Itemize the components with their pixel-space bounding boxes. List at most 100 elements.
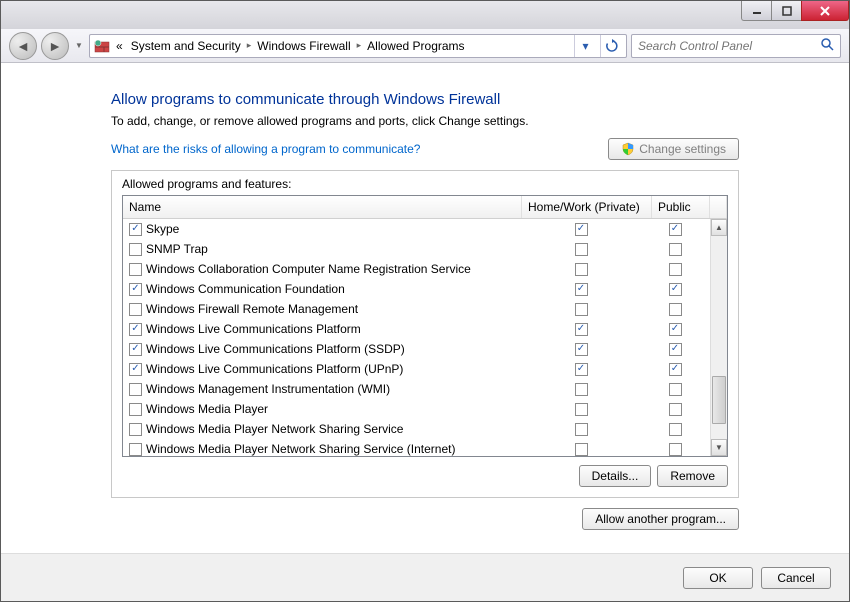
nav-history-dropdown[interactable]: ▼ bbox=[73, 32, 85, 60]
checkbox[interactable]: ✓ bbox=[669, 323, 682, 336]
cancel-button[interactable]: Cancel bbox=[761, 567, 831, 589]
scroll-track[interactable] bbox=[711, 236, 727, 439]
program-name: Windows Media Player Network Sharing Ser… bbox=[146, 440, 455, 456]
program-name: Windows Live Communications Platform (UP… bbox=[146, 360, 403, 378]
checkbox[interactable] bbox=[575, 243, 588, 256]
search-icon bbox=[820, 37, 834, 54]
search-input[interactable] bbox=[638, 39, 820, 53]
remove-button[interactable]: Remove bbox=[657, 465, 728, 487]
checkbox[interactable] bbox=[129, 303, 142, 316]
checkbox[interactable]: ✓ bbox=[575, 323, 588, 336]
footer: OK Cancel bbox=[1, 553, 849, 601]
checkbox[interactable] bbox=[575, 403, 588, 416]
vertical-scrollbar[interactable]: ▲ ▼ bbox=[710, 219, 727, 456]
checkbox[interactable] bbox=[575, 383, 588, 396]
scroll-thumb[interactable] bbox=[712, 376, 726, 424]
checkbox[interactable]: ✓ bbox=[575, 223, 588, 236]
help-link[interactable]: What are the risks of allowing a program… bbox=[111, 142, 420, 156]
table-row[interactable]: Windows Media Player bbox=[123, 399, 710, 419]
checkbox[interactable] bbox=[129, 423, 142, 436]
table-row[interactable]: Windows Firewall Remote Management bbox=[123, 299, 710, 319]
program-name: Windows Live Communications Platform bbox=[146, 320, 361, 338]
allow-another-program-button[interactable]: Allow another program... bbox=[582, 508, 739, 530]
allowed-programs-group: Allowed programs and features: Name Home… bbox=[111, 170, 739, 498]
table-row[interactable]: ✓Skype✓✓ bbox=[123, 219, 710, 239]
ok-button[interactable]: OK bbox=[683, 567, 753, 589]
checkbox[interactable]: ✓ bbox=[575, 363, 588, 376]
maximize-button[interactable] bbox=[771, 1, 801, 21]
page-description: To add, change, or remove allowed progra… bbox=[111, 114, 739, 128]
column-public[interactable]: Public bbox=[652, 196, 710, 218]
checkbox[interactable] bbox=[669, 383, 682, 396]
program-name: Windows Management Instrumentation (WMI) bbox=[146, 380, 390, 398]
scroll-down-button[interactable]: ▼ bbox=[711, 439, 727, 456]
list-header: Name Home/Work (Private) Public bbox=[123, 196, 727, 219]
table-row[interactable]: ✓ Windows Communication Foundation ✓ ✓ bbox=[123, 279, 710, 299]
program-name: Windows Media Player Network Sharing Ser… bbox=[146, 420, 403, 438]
program-name: Windows Live Communications Platform (SS… bbox=[146, 340, 405, 358]
column-home[interactable]: Home/Work (Private) bbox=[522, 196, 652, 218]
program-name: Windows Media Player bbox=[146, 400, 268, 418]
nav-back-button[interactable]: ◄ bbox=[9, 32, 37, 60]
breadcrumb-overflow[interactable]: « bbox=[114, 39, 125, 53]
nav-forward-button[interactable]: ► bbox=[41, 32, 69, 60]
checkbox[interactable] bbox=[669, 303, 682, 316]
checkbox[interactable] bbox=[669, 263, 682, 276]
checkbox[interactable] bbox=[669, 243, 682, 256]
checkbox[interactable] bbox=[669, 423, 682, 436]
program-name: SNMP Trap bbox=[146, 240, 208, 258]
checkbox[interactable]: ✓ bbox=[129, 283, 142, 296]
program-name: Windows Collaboration Computer Name Regi… bbox=[146, 260, 471, 278]
checkbox[interactable] bbox=[129, 383, 142, 396]
checkbox[interactable] bbox=[575, 303, 588, 316]
refresh-button[interactable] bbox=[600, 35, 622, 57]
checkbox[interactable]: ✓ bbox=[129, 343, 142, 356]
table-row[interactable]: ✓ Windows Live Communications Platform (S… bbox=[123, 339, 710, 359]
table-row[interactable]: SNMP Trap bbox=[123, 239, 710, 259]
address-bar[interactable]: « System and Security ▸ Windows Firewall… bbox=[89, 34, 627, 58]
checkbox[interactable] bbox=[129, 243, 142, 256]
table-row[interactable]: Windows Management Instrumentation (WMI) bbox=[123, 379, 710, 399]
content-area: Allow programs to communicate through Wi… bbox=[1, 63, 849, 553]
checkbox[interactable] bbox=[575, 423, 588, 436]
checkbox[interactable]: ✓ bbox=[575, 283, 588, 296]
navbar: ◄ ► ▼ « System and Security ▸ Windows Fi… bbox=[1, 29, 849, 63]
breadcrumb-item[interactable]: Windows Firewall bbox=[255, 39, 352, 53]
checkbox[interactable] bbox=[669, 443, 682, 456]
change-settings-button[interactable]: Change settings bbox=[608, 138, 739, 160]
checkbox[interactable]: ✓ bbox=[129, 363, 142, 376]
program-name: Windows Communication Foundation bbox=[146, 280, 345, 298]
table-row[interactable]: Windows Collaboration Computer Name Regi… bbox=[123, 259, 710, 279]
checkbox[interactable]: ✓ bbox=[669, 283, 682, 296]
firewall-icon bbox=[94, 38, 110, 54]
checkbox[interactable] bbox=[129, 443, 142, 456]
table-row[interactable]: Windows Media Player Network Sharing Ser… bbox=[123, 419, 710, 439]
checkbox[interactable]: ✓ bbox=[669, 343, 682, 356]
search-box[interactable] bbox=[631, 34, 841, 58]
chevron-right-icon: ▸ bbox=[247, 40, 252, 51]
close-button[interactable] bbox=[801, 1, 849, 21]
checkbox[interactable] bbox=[575, 443, 588, 456]
checkbox[interactable] bbox=[669, 403, 682, 416]
checkbox[interactable] bbox=[129, 403, 142, 416]
program-name: Windows Firewall Remote Management bbox=[146, 300, 358, 318]
page-title: Allow programs to communicate through Wi… bbox=[111, 91, 739, 108]
table-row[interactable]: ✓ Windows Live Communications Platform ✓ ✓ bbox=[123, 319, 710, 339]
scroll-up-button[interactable]: ▲ bbox=[711, 219, 727, 236]
checkbox[interactable]: ✓ bbox=[129, 223, 142, 236]
checkbox[interactable] bbox=[129, 263, 142, 276]
checkbox[interactable]: ✓ bbox=[129, 323, 142, 336]
table-row[interactable]: Windows Media Player Network Sharing Ser… bbox=[123, 439, 710, 456]
minimize-button[interactable] bbox=[741, 1, 771, 21]
change-settings-label: Change settings bbox=[639, 142, 726, 156]
details-button[interactable]: Details... bbox=[579, 465, 652, 487]
checkbox[interactable]: ✓ bbox=[669, 223, 682, 236]
address-dropdown[interactable]: ▾ bbox=[574, 35, 596, 57]
table-row[interactable]: ✓ Windows Live Communications Platform (U… bbox=[123, 359, 710, 379]
checkbox[interactable]: ✓ bbox=[669, 363, 682, 376]
checkbox[interactable]: ✓ bbox=[575, 343, 588, 356]
column-name[interactable]: Name bbox=[123, 196, 522, 218]
checkbox[interactable] bbox=[575, 263, 588, 276]
breadcrumb-item[interactable]: System and Security bbox=[129, 39, 243, 53]
breadcrumb-item[interactable]: Allowed Programs bbox=[365, 39, 466, 53]
